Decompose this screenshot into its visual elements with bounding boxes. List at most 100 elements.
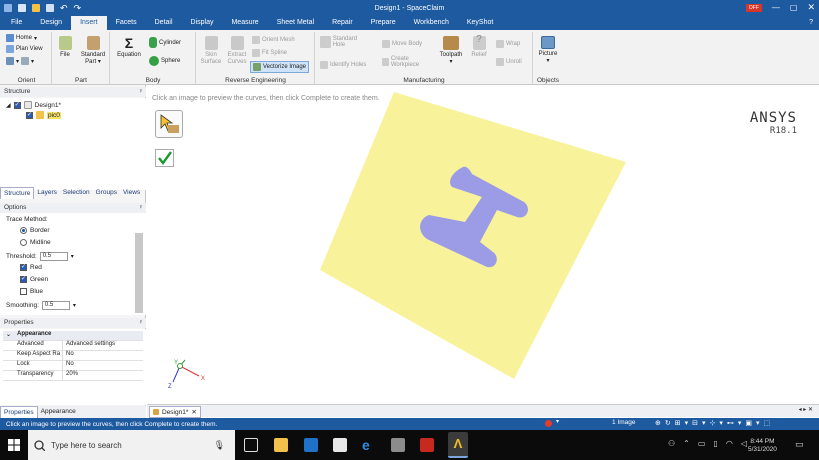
tab-sheet-metal[interactable]: Sheet Metal [268,16,323,30]
tab-properties[interactable]: Properties [0,406,38,418]
picture-button[interactable]: Picture ▾ [536,36,560,65]
dropdown-arrow-icon[interactable]: ▾ [556,418,559,425]
visibility-checkbox[interactable]: ✓ [13,101,21,109]
wifi-icon[interactable]: ◠ [726,439,733,448]
volume-icon[interactable]: ◁ [741,439,747,448]
appearance-section[interactable]: ⌄ Appearance [3,331,143,341]
taskbar-search[interactable]: Type here to search 🎙 [28,430,235,460]
fit-spline-button[interactable]: Fit Spline [252,49,287,57]
notifications-icon[interactable]: ▭ [795,439,804,450]
tab-appearance[interactable]: Appearance [38,406,79,418]
orient-mesh-button[interactable]: Orient Mesh [252,36,295,44]
group-label-reverse-engineering: Reverse Engineering [225,77,286,84]
standard-hole-button[interactable]: Standard Hole [320,36,370,48]
dropdown-arrow-icon[interactable]: ▾ [73,302,76,309]
help-icon[interactable]: ? [809,19,813,26]
tab-groups[interactable]: Groups [93,187,120,199]
collapse-arrow-icon[interactable]: ◢ [6,102,11,109]
status-tools[interactable]: ⊕↻⊞▾⊟▾⊹▾⊷▾▣▾⬚ [655,419,774,427]
green-checkbox[interactable]: ✓ Green [20,276,48,283]
wrap-button[interactable]: Wrap [496,40,520,48]
toolpath-button[interactable]: Toolpath ▾ [436,36,466,66]
plan-view-button[interactable]: Plan View [6,45,43,53]
pin-icon[interactable]: ᵖ [140,87,142,97]
pin-icon[interactable]: ᵖ [140,318,142,328]
dropdown-arrow-icon[interactable]: ▾ [71,253,74,260]
property-row[interactable]: Transparency 20% [3,371,143,381]
skin-surface-button[interactable]: Skin Surface [199,36,223,66]
visibility-checkbox[interactable]: ✓ [26,111,33,119]
tab-insert[interactable]: Insert [71,16,107,30]
network-icon[interactable]: ▭ [698,439,706,448]
tab-keyshot[interactable]: KeyShot [458,16,502,30]
file-explorer-icon[interactable] [274,438,288,452]
property-row[interactable]: Advanced Advanced settings [3,341,143,351]
minimize-icon[interactable]: — [772,3,780,12]
home-button[interactable]: Home ▾ [6,34,37,42]
extract-curves-button[interactable]: Extract Curves [225,36,249,66]
microphone-icon[interactable]: 🎙 [214,440,225,451]
sphere-button[interactable]: Sphere [149,56,180,66]
identify-holes-button[interactable]: Identify Holes [320,61,366,69]
relief-button[interactable]: ? Relief [468,35,490,59]
start-button[interactable] [8,439,20,451]
file-button[interactable]: File [56,36,74,59]
properties-panel-header: Properties ᵖ [0,318,146,328]
property-row[interactable]: Keep Aspect Ra No [3,351,143,361]
close-icon[interactable]: ✕ [807,2,815,13]
tab-layers[interactable]: Layers [34,187,60,199]
mail-icon[interactable] [304,438,318,452]
unroll-button[interactable]: Unroll [496,58,522,66]
spaceclaim-icon[interactable] [420,438,434,452]
tab-display[interactable]: Display [182,16,223,30]
people-icon[interactable]: ⚇ [668,439,675,448]
vectorize-image-button[interactable]: Vectorize Image [250,61,310,73]
options-scrollbar[interactable] [135,233,143,313]
design-icon [23,101,32,109]
doc-tab-design1[interactable]: Design1* ✕ [149,406,201,418]
design-canvas[interactable]: Click an image to preview the curves, th… [147,92,819,404]
blue-checkbox[interactable]: Blue [20,288,43,295]
store-icon[interactable] [333,438,347,452]
tab-repair[interactable]: Repair [323,16,362,30]
tab-facets[interactable]: Facets [107,16,146,30]
error-icon[interactable] [545,420,552,427]
tab-views[interactable]: Views [120,187,143,199]
tree-item-pic0[interactable]: ✓ pic0 [26,111,61,119]
tab-design[interactable]: Design [31,16,71,30]
tab-selection[interactable]: Selection [60,187,93,199]
task-view-icon[interactable] [244,438,258,452]
clock[interactable]: 8:44 PM 5/31/2020 [748,438,777,454]
chevron-up-icon[interactable]: ⌃ [683,439,690,448]
sphere-icon [149,56,159,66]
smoothing-input[interactable]: 0.5 [41,301,70,310]
tab-structure[interactable]: Structure [0,187,35,199]
midline-radio[interactable]: Midline [20,239,51,246]
tree-item-design[interactable]: ◢ ✓ Design1* [6,101,61,109]
battery-icon[interactable]: ▯ [713,439,717,448]
tab-scroll-arrows[interactable]: ◂ ▸ ✕ [799,406,813,413]
group-reverse-engineering: Skin Surface Extract Curves Orient Mesh … [197,32,315,85]
tab-workbench[interactable]: Workbench [405,16,458,30]
tab-detail[interactable]: Detail [146,16,182,30]
move-body-button[interactable]: Move Body [382,40,422,48]
pin-icon[interactable]: ᵖ [140,203,142,213]
tab-prepare[interactable]: Prepare [362,16,405,30]
property-row[interactable]: Lock No [3,361,143,371]
threshold-input[interactable]: 0.5 [39,252,68,261]
edge-icon[interactable]: e [362,438,376,452]
maximize-icon[interactable]: ▢ [790,3,798,12]
cylinder-button[interactable]: Cylinder [149,37,181,48]
standard-part-button[interactable]: Standard Part ▾ [78,36,108,66]
red-checkbox[interactable]: ✓ Red [20,264,42,271]
view-options-button[interactable]: ▾ ▾ [6,57,34,65]
equation-button[interactable]: Σ Equation [115,36,143,59]
create-workpiece-button[interactable]: Create Workpiece [382,56,432,68]
selection-count[interactable]: 1 Image [612,419,636,426]
tab-file[interactable]: File [0,16,31,30]
border-radio[interactable]: Border [20,227,50,234]
app-icon[interactable] [391,438,405,452]
tab-measure[interactable]: Measure [222,16,267,30]
close-tab-icon[interactable]: ✕ [191,408,196,416]
ansys-icon[interactable]: Λ [448,432,468,458]
